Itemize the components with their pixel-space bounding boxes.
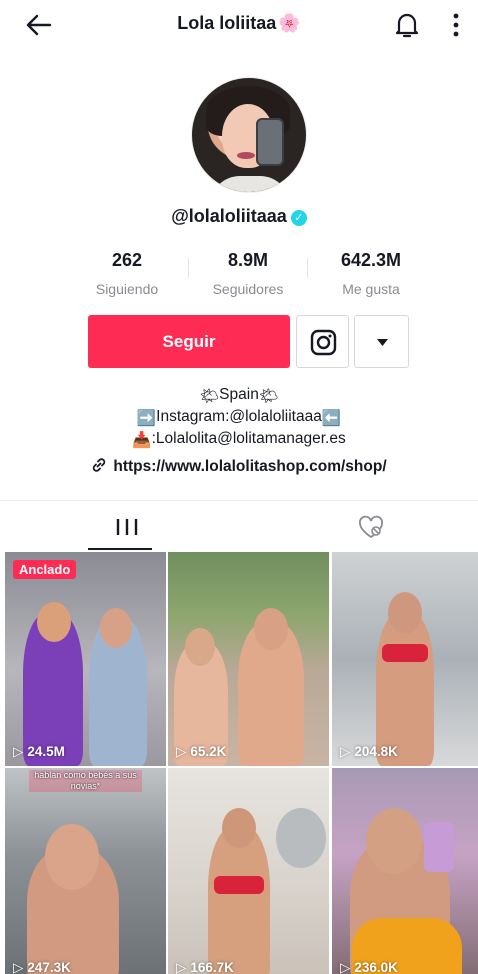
person-head [185, 628, 215, 666]
stat-likes: 642.3M Me gusta [311, 250, 431, 297]
top-bar: Lola loliitaa 🌸 [0, 0, 478, 50]
play-icon: ▷ [340, 960, 351, 974]
hidden-heart-icon [359, 515, 383, 539]
video-caption: hablan como bebés a sus novias* [29, 770, 142, 792]
instagram-icon [310, 329, 337, 356]
play-icon: ▷ [13, 960, 24, 974]
view-count-value: 166.7K [190, 960, 234, 974]
active-tab-indicator [88, 548, 152, 550]
sun-cloud-emoji: 🌤 [199, 388, 220, 405]
more-options-button[interactable] [448, 10, 464, 40]
avatar-phone [256, 118, 284, 166]
username: @lolaloliitaaa ✓ [0, 206, 478, 227]
person-head [222, 808, 256, 848]
avatar-shirt [210, 176, 290, 192]
profile-bio: 🌤Spain🌤 ➡️Instagram:@lolaloliitaaa⬅️ 📥:L… [0, 385, 478, 451]
person-head [366, 808, 422, 874]
suggested-accounts-dropdown[interactable] [354, 315, 409, 368]
video-thumbnail[interactable]: ▷ 166.7K [168, 768, 329, 974]
caret-down-icon [377, 339, 388, 346]
bio-line-2: ➡️Instagram:@lolaloliitaaa⬅️ [0, 407, 478, 429]
view-count: ▷ 204.8K [340, 744, 398, 760]
phone-in-hand [424, 822, 454, 872]
view-count-value: 204.8K [354, 744, 398, 759]
bio-line-1: 🌤Spain🌤 [0, 385, 478, 407]
person-head [100, 608, 132, 648]
arrow-left-emoji: ⬅️ [321, 410, 342, 427]
followers-label: Seguidores [212, 281, 284, 297]
profile-tabs [0, 501, 478, 551]
followers-count: 8.9M [227, 250, 269, 270]
play-icon: ▷ [13, 744, 24, 759]
bio-email: :Lolalolita@lolitamanager.es [151, 430, 346, 447]
video-thumbnail[interactable]: ▷ 65.2K [168, 552, 329, 766]
view-count-value: 236.0K [354, 960, 398, 974]
inbox-emoji: 📥 [132, 432, 152, 449]
person-figure [376, 612, 434, 766]
red-top [382, 644, 428, 662]
profile-link-text: https://www.lolalolitashop.com/shop/ [113, 458, 387, 475]
following-count: 262 [111, 250, 143, 270]
view-count: ▷ 247.3K [13, 960, 71, 974]
arrow-right-emoji: ➡️ [136, 410, 157, 427]
notification-bell-button[interactable] [394, 10, 420, 40]
follow-button[interactable]: Seguir [88, 315, 290, 368]
stat-following[interactable]: 262 Siguiendo [67, 250, 187, 297]
person-head [254, 608, 288, 650]
following-label: Siguiendo [95, 281, 159, 297]
person-figure [208, 826, 270, 974]
pinned-badge: Anclado [13, 560, 77, 579]
profile-display-name: Lola loliitaa [177, 13, 277, 33]
tab-videos[interactable] [88, 513, 166, 551]
bio-location: Spain [219, 386, 259, 403]
bio-line-3: 📥:Lolalolita@lolitamanager.es [0, 429, 478, 451]
avatar[interactable] [191, 77, 307, 193]
red-top [214, 876, 264, 894]
verified-badge-icon: ✓ [290, 210, 307, 226]
video-thumbnail[interactable]: ▷ 204.8K [332, 552, 478, 766]
view-count-value: 247.3K [27, 960, 71, 974]
view-count-value: 24.5M [27, 744, 65, 759]
video-thumbnail[interactable]: ▷ 236.0K [332, 768, 478, 974]
username-text: @lolaloliitaaa [171, 206, 287, 226]
video-thumbnail[interactable]: hablan como bebés a sus novias* ▷ 247.3K [5, 768, 166, 974]
avatar-lips [237, 152, 255, 159]
link-icon [93, 458, 106, 472]
wall-mirror [276, 808, 326, 868]
stat-divider [307, 258, 308, 278]
video-grid: Anclado ▷ 24.5M ▷ 65.2K ▷ 204.8K hablan com… [5, 552, 478, 974]
likes-label: Me gusta [342, 281, 400, 297]
likes-count: 642.3M [340, 250, 402, 270]
view-count: ▷ 236.0K [340, 960, 398, 974]
view-count-value: 65.2K [190, 744, 227, 759]
profile-link[interactable]: https://www.lolalolitashop.com/shop/ [0, 457, 478, 476]
person-head [388, 592, 422, 634]
grid-icon [114, 519, 140, 535]
stat-followers[interactable]: 8.9M Seguidores [188, 250, 308, 297]
play-icon: ▷ [176, 960, 187, 974]
profile-stats: 262 Siguiendo 8.9M Seguidores 642.3M Me … [0, 250, 478, 300]
person-head [37, 602, 71, 642]
vertical-dots-icon [453, 13, 459, 37]
tab-liked[interactable] [356, 513, 386, 543]
video-thumbnail[interactable]: Anclado ▷ 24.5M [5, 552, 166, 766]
view-count: ▷ 24.5M [13, 744, 65, 760]
view-count: ▷ 166.7K [176, 960, 234, 974]
bio-instagram: Instagram:@lolaloliitaaa [156, 408, 322, 425]
person-head [45, 824, 99, 890]
bell-icon [395, 13, 419, 38]
play-icon: ▷ [176, 744, 187, 759]
view-count: ▷ 65.2K [176, 744, 226, 760]
instagram-button[interactable] [296, 315, 349, 368]
sun-cloud-emoji: 🌤 [258, 388, 279, 405]
play-icon: ▷ [340, 744, 351, 759]
flower-emoji: 🌸 [278, 13, 301, 33]
